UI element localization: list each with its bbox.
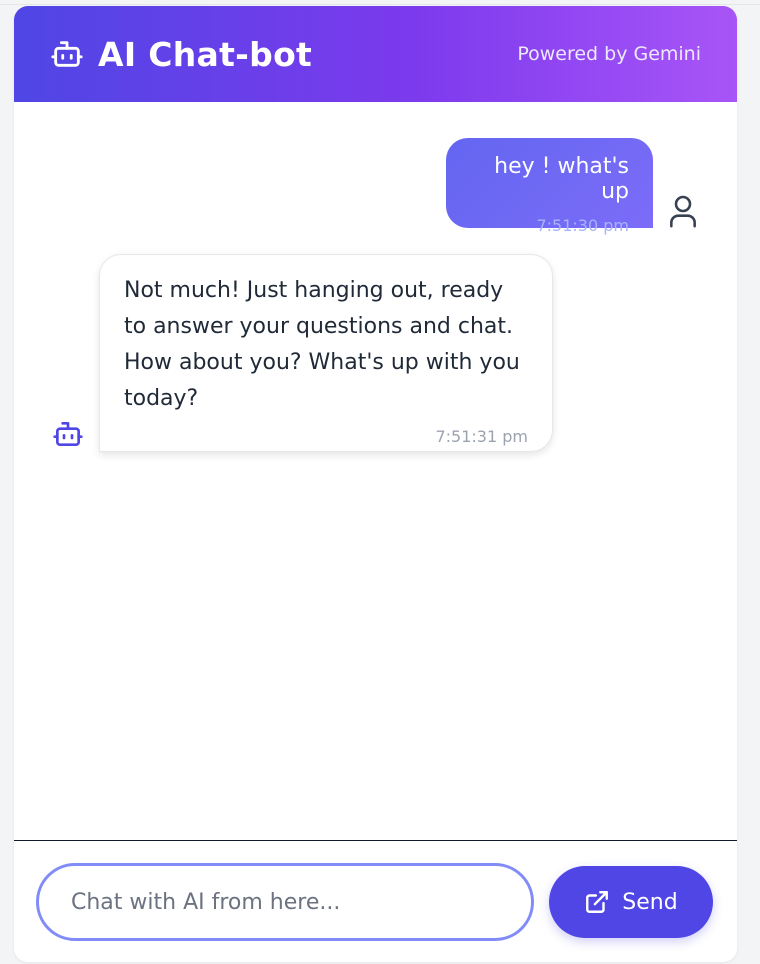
user-message-bubble: hey ! what's up 7:51:30 pm [446, 138, 653, 235]
window-top-edge [0, 0, 760, 5]
user-icon [669, 194, 697, 228]
user-message-time: 7:51:30 pm [536, 216, 629, 235]
robot-icon [50, 37, 84, 71]
external-link-icon [584, 889, 610, 915]
powered-by-label: Powered by Gemini [517, 43, 701, 65]
chat-app: AI Chat-bot Powered by Gemini hey ! what… [14, 6, 737, 962]
bot-message-text: Not much! Just hanging out, ready to ans… [124, 278, 520, 411]
send-button[interactable]: Send [549, 866, 713, 938]
header: AI Chat-bot Powered by Gemini [14, 6, 737, 102]
composer: Send [14, 841, 737, 962]
user-message-text: hey ! what's up [494, 154, 629, 204]
message-list[interactable]: hey ! what's up 7:51:30 pm Not much! Jus… [14, 102, 737, 840]
brand: AI Chat-bot [50, 35, 312, 74]
bot-message-bubble: Not much! Just hanging out, ready to ans… [99, 254, 553, 452]
robot-icon [52, 418, 84, 450]
app-title: AI Chat-bot [98, 34, 313, 74]
chat-input[interactable] [36, 863, 534, 941]
bot-message-time: 7:51:31 pm [435, 427, 528, 446]
send-button-label: Send [622, 889, 678, 915]
